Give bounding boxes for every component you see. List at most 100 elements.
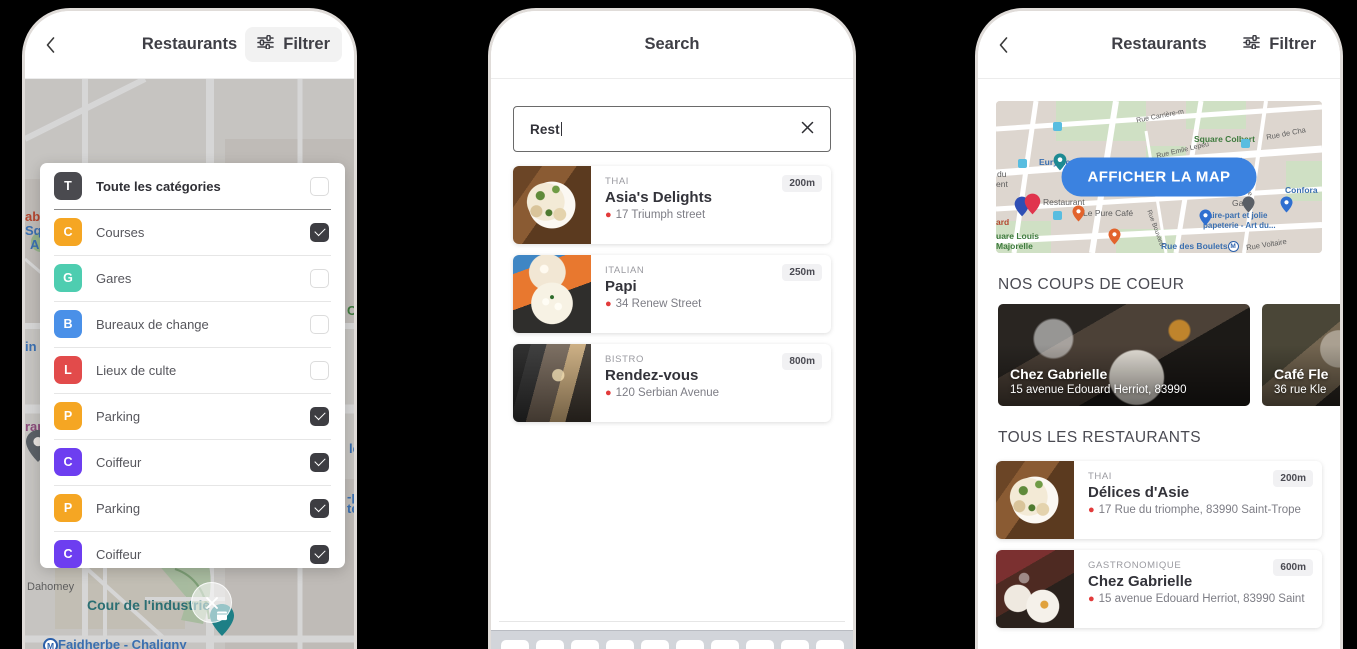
- map-label-square-louis: uare Louis: [996, 231, 1039, 241]
- favorite-card[interactable]: Chez Gabrielle 15 avenue Edouard Herriot…: [998, 304, 1250, 406]
- map-background[interactable]: Rue des BouletsM Cour de l'industrie MFa…: [25, 79, 354, 649]
- restaurant-list-item[interactable]: THAI Délices d'Asie ● 17 Rue du triomphe…: [996, 461, 1322, 539]
- key-t[interactable]: t: [640, 640, 669, 649]
- metro-icon: M: [1227, 241, 1239, 253]
- result-address-row: ● 17 Rue du triomphe, 83990 Saint-Trope: [1088, 504, 1310, 516]
- result-address: 15 avenue Edouard Herriot, 83990 Saint: [1098, 593, 1305, 605]
- favorites-carousel[interactable]: Chez Gabrielle 15 avenue Edouard Herriot…: [978, 304, 1340, 406]
- back-chevron-icon[interactable]: [37, 32, 63, 58]
- favorite-address: 15 avenue Edouard Herriot, 83990: [1010, 384, 1187, 396]
- category-checkbox[interactable]: [310, 176, 329, 196]
- phone3-header: Restaurants Filtrer: [978, 11, 1340, 79]
- map-pin-icon: ●: [1088, 592, 1095, 605]
- category-row-3[interactable]: B Bureaux de change: [40, 301, 345, 347]
- search-result-item[interactable]: THAI Asia's Delights ● 17 Triumph street…: [513, 166, 831, 244]
- category-row-4[interactable]: L Lieux de culte: [40, 347, 345, 393]
- key-w[interactable]: w: [535, 640, 564, 649]
- category-row-7[interactable]: P Parking: [40, 485, 345, 531]
- map-pin-icon: ●: [1088, 503, 1095, 516]
- clear-search-button[interactable]: [801, 121, 814, 138]
- category-checkbox[interactable]: [310, 314, 329, 334]
- category-checkbox[interactable]: [310, 268, 329, 288]
- category-row-6[interactable]: C Coiffeur: [40, 439, 345, 485]
- category-badge-icon: C: [54, 540, 82, 568]
- map-label-ent: ent: [996, 179, 1008, 189]
- search-result-item[interactable]: BISTRO Rendez-vous ● 120 Serbian Avenue …: [513, 344, 831, 422]
- map-label-ard: ard: [996, 217, 1010, 227]
- map-label-confora: Confora: [1285, 185, 1318, 195]
- map-square-marker-2: [1018, 159, 1027, 168]
- map-label-majorelle: Majorelle: [996, 241, 1033, 251]
- phone2-screen: Search Rest THAI Asia's Delights ● 17 Tr…: [491, 11, 853, 649]
- filter-button-label: Filtrer: [283, 35, 330, 53]
- distance-badge: 600m: [1273, 559, 1313, 576]
- restaurant-thumbnail: [513, 255, 591, 333]
- result-address: 120 Serbian Avenue: [615, 387, 720, 399]
- map-label-papeterie: papeterie - Art du...: [1203, 221, 1276, 230]
- search-input[interactable]: Rest: [513, 106, 831, 152]
- search-input-value: Rest: [530, 121, 560, 137]
- category-checkbox[interactable]: [310, 360, 329, 380]
- category-badge-icon: G: [54, 264, 82, 292]
- search-results-list: THAI Asia's Delights ● 17 Triumph street…: [491, 152, 853, 422]
- map-poi-icon-conforama: [1280, 196, 1293, 213]
- category-label: Parking: [96, 500, 141, 516]
- close-icon: [205, 596, 218, 609]
- back-chevron-icon[interactable]: [990, 32, 1016, 58]
- key-o[interactable]: o: [780, 640, 809, 649]
- metro-icon-2: M: [43, 638, 58, 649]
- category-badge-icon: P: [54, 494, 82, 522]
- key-y[interactable]: y: [675, 640, 704, 649]
- search-result-item[interactable]: ITALIAN Papi ● 34 Renew Street 250m: [513, 255, 831, 333]
- filter-button-label: Filtrer: [1269, 35, 1316, 53]
- key-i[interactable]: i: [745, 640, 774, 649]
- category-checkbox[interactable]: [310, 222, 329, 242]
- key-u[interactable]: u: [710, 640, 739, 649]
- phone3-body: Rue Carrière-m Square Colbert Rue de Cha…: [978, 79, 1340, 649]
- map-label-rue-des-boulets-3: Rue des Boulets M: [1161, 241, 1239, 253]
- result-address-row: ● 17 Triumph street: [605, 209, 819, 221]
- virtual-keyboard[interactable]: q w e r t y u i o p a s d: [491, 621, 853, 649]
- map-label-le: le-: [349, 441, 354, 456]
- category-row-1[interactable]: C Courses: [40, 209, 345, 255]
- distance-badge: 250m: [782, 264, 822, 281]
- category-row-8[interactable]: C Coiffeur: [40, 531, 345, 568]
- favorite-card[interactable]: Café Fle 36 rue Kle: [1262, 304, 1340, 406]
- category-row-5[interactable]: P Parking: [40, 393, 345, 439]
- category-checkbox[interactable]: [310, 544, 329, 564]
- section-title-favorites: NOS COUPS DE COEUR: [998, 276, 1185, 293]
- key-p[interactable]: p: [815, 640, 844, 649]
- category-label: Coiffeur: [96, 546, 142, 562]
- favorite-card-text: Chez Gabrielle 15 avenue Edouard Herriot…: [1010, 366, 1186, 396]
- phone-mockup-restaurant-list: Restaurants Filtrer Rue Carrière-m Squar…: [975, 8, 1343, 649]
- category-filter-sheet: T Toute les catégories C Courses G Gares: [40, 163, 345, 568]
- category-badge-icon: T: [54, 172, 82, 200]
- phone1-screen: Restaurants Filtrer Cour de l'industrie …: [25, 11, 354, 649]
- phone2-body: Rest THAI Asia's Delights ● 17 Triumph s…: [491, 106, 853, 649]
- show-map-button[interactable]: AFFICHER LA MAP: [1061, 157, 1257, 197]
- category-label: Gares: [96, 270, 132, 286]
- sliders-icon: [1243, 34, 1261, 54]
- map-poi-icon-cafe: [1072, 205, 1085, 222]
- map-label-ter: ter: [347, 501, 354, 516]
- key-q[interactable]: q: [500, 640, 529, 649]
- restaurant-thumbnail: [996, 461, 1074, 539]
- key-r[interactable]: r: [605, 640, 634, 649]
- filter-button[interactable]: Filtrer: [245, 27, 342, 62]
- close-sheet-button[interactable]: [191, 582, 232, 623]
- category-label: Parking: [96, 408, 141, 424]
- map-preview-card[interactable]: Rue Carrière-m Square Colbert Rue de Cha…: [996, 101, 1322, 253]
- category-row-0[interactable]: T Toute les catégories: [40, 163, 345, 209]
- result-address-row: ● 120 Serbian Avenue: [605, 387, 819, 399]
- key-e[interactable]: e: [570, 640, 599, 649]
- map-label-faidherbe: M Faidherbe - Chaligny: [43, 637, 187, 649]
- restaurant-list-item[interactable]: GASTRONOMIQUE Chez Gabrielle ● 15 avenue…: [996, 550, 1322, 628]
- category-checkbox[interactable]: [310, 452, 329, 472]
- category-checkbox[interactable]: [310, 406, 329, 426]
- category-badge-icon: C: [54, 218, 82, 246]
- map-label-co: Co: [347, 303, 354, 318]
- category-checkbox[interactable]: [310, 498, 329, 518]
- category-row-2[interactable]: G Gares: [40, 255, 345, 301]
- filter-button[interactable]: Filtrer: [1231, 27, 1328, 62]
- result-address-row: ● 34 Renew Street: [605, 298, 819, 310]
